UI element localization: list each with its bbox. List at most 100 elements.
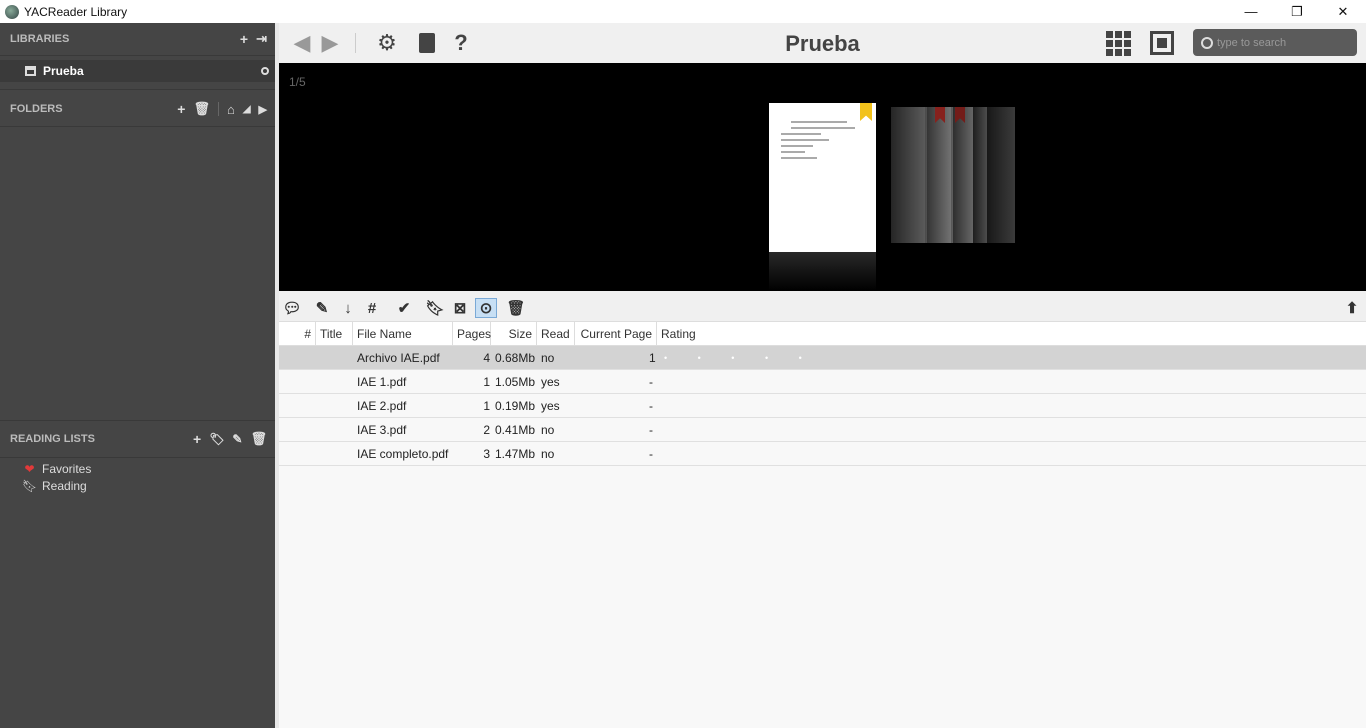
size-cell: 0.19Mb [494,399,535,413]
libraries-header-label: LIBRARIES [10,33,70,45]
cover-thumb[interactable] [891,107,927,243]
rating-cell[interactable]: • • • • • [664,346,816,370]
reading-list-label: Favorites [42,462,92,476]
cover-current[interactable] [769,103,876,252]
pages-cell: 3 [483,447,490,461]
forward-icon[interactable]: ▶ [319,29,341,57]
table-row[interactable]: IAE 3.pdf 2 0.41Mb no - [279,418,1366,442]
bookmark-icon [860,103,872,121]
reading-lists-header: READING LISTS + 🏷 ✎ 🗑 [0,423,275,455]
settings-gear-icon[interactable]: ⚙ [373,29,401,57]
table-header: # Title File Name Pages Size Read Curren… [279,322,1366,346]
remove-bookmark-icon[interactable]: ⊠ [449,298,471,318]
table-toolbar: 💬︎ ✎ ↓ # ✔ 🔖︎ ⊠ ⊙ 🗑 ⬆ [279,295,1366,321]
size-cell: 0.68Mb [494,351,535,365]
mark-read-icon[interactable]: ✔ [393,298,415,318]
read-cell: yes [541,399,560,413]
read-cell: no [541,447,555,461]
col-read[interactable]: Read [537,322,575,346]
pages-cell: 1 [483,375,490,389]
window-title: YACReader Library [24,4,128,19]
pages-cell: 4 [483,351,490,365]
size-cell: 1.47Mb [494,447,535,461]
col-file-name[interactable]: File Name [353,322,453,346]
col-pages[interactable]: Pages [453,322,491,346]
show-bookmarked-icon[interactable]: ⊙ [475,298,497,318]
reading-list-favorites[interactable]: ❤ Favorites [22,462,91,476]
grid-view-icon[interactable] [1105,29,1131,57]
delete-icon[interactable]: 🗑 [505,298,527,318]
minimize-button[interactable]: — [1228,0,1274,23]
cover-thumb[interactable] [987,107,1015,243]
bookmark-icon: 🔖︎ [22,479,38,493]
comment-icon[interactable]: 💬︎ [281,298,303,318]
help-icon[interactable]: ? [451,29,471,57]
add-library-icon[interactable]: + [240,31,248,47]
libraries-header: LIBRARIES + ⇥ [0,23,275,55]
col-rating[interactable]: Rating [657,322,1366,346]
add-reading-list-icon[interactable]: + [193,431,201,447]
file-name-cell: Archivo IAE.pdf [357,351,440,365]
current-page-cell: - [649,447,653,461]
restore-button[interactable]: ❐ [1274,0,1320,23]
search-input[interactable] [1217,36,1347,49]
import-library-icon[interactable]: ⇥ [256,31,267,47]
col-size[interactable]: Size [491,322,537,346]
set-bookmark-icon[interactable]: 🔖︎ [424,298,446,318]
col-title[interactable]: Title [316,322,353,346]
comics-table: # Title File Name Pages Size Read Curren… [279,321,1366,728]
cover-thumb[interactable] [925,107,953,243]
pages-cell: 2 [483,423,490,437]
library-icon [25,66,36,76]
current-page-cell: 1 [649,351,656,365]
flow-counter: 1/5 [289,75,306,89]
fullscreen-icon[interactable] [1149,29,1175,57]
close-button[interactable]: ✕ [1320,0,1366,23]
current-page-cell: - [649,375,653,389]
read-cell: yes [541,375,560,389]
delete-list-icon[interactable]: 🗑 [250,431,267,447]
main-toolbar: ◀ ▶ ⚙ ? Prueba [279,23,1366,63]
current-page-cell: - [649,423,653,437]
rename-list-icon[interactable]: ✎ [232,432,242,446]
add-folder-icon[interactable]: + [177,101,185,117]
table-row[interactable]: Archivo IAE.pdf 4 0.68Mb no 1 • • • • • [279,346,1366,370]
col-current-page[interactable]: Current Page [575,322,657,346]
collapse-icon[interactable]: ◢ [243,104,251,115]
home-icon[interactable]: ⌂ [227,102,235,117]
library-options-icon[interactable] [261,67,269,75]
search-box[interactable] [1193,29,1357,56]
folders-header: FOLDERS + 🗑 ⌂ ◢ ▶ [0,93,275,125]
cover-thumb[interactable] [951,107,973,243]
library-item-label: Prueba [43,64,84,78]
server-icon[interactable] [417,29,437,57]
edit-icon[interactable]: ✎ [311,298,333,318]
size-cell: 1.05Mb [494,375,535,389]
numbering-icon[interactable]: # [361,298,383,318]
sidebar: LIBRARIES + ⇥ Prueba FOLDERS + 🗑 ⌂ ◢ ▶ R… [0,23,275,728]
file-name-cell: IAE 1.pdf [357,375,407,389]
file-name-cell: IAE 2.pdf [357,399,407,413]
table-row[interactable]: IAE completo.pdf 3 1.47Mb no - [279,442,1366,466]
hide-flow-icon[interactable]: ⬆ [1341,298,1363,318]
app-icon [5,4,19,19]
expand-icon[interactable]: ▶ [259,103,267,116]
pages-cell: 1 [483,399,490,413]
file-name-cell: IAE 3.pdf [357,423,407,437]
cover-thumb[interactable] [973,107,987,243]
col-number[interactable]: # [279,322,316,346]
delete-folder-icon[interactable]: 🗑 [193,101,210,117]
table-row[interactable]: IAE 1.pdf 1 1.05Mb yes - [279,370,1366,394]
add-label-icon[interactable]: 🏷 [209,432,224,446]
comic-flow[interactable]: 1/5 [279,63,1366,291]
file-name-cell: IAE completo.pdf [357,447,449,461]
library-item-prueba[interactable]: Prueba [0,60,275,82]
search-icon [1201,36,1213,49]
table-row[interactable]: IAE 2.pdf 1 0.19Mb yes - [279,394,1366,418]
size-cell: 0.41Mb [494,423,535,437]
heart-icon: ❤ [24,462,35,476]
reading-lists-header-label: READING LISTS [10,433,95,445]
reading-list-reading[interactable]: 🔖︎ Reading [22,479,87,493]
download-icon[interactable]: ↓ [337,298,359,318]
back-icon[interactable]: ◀ [291,29,313,57]
